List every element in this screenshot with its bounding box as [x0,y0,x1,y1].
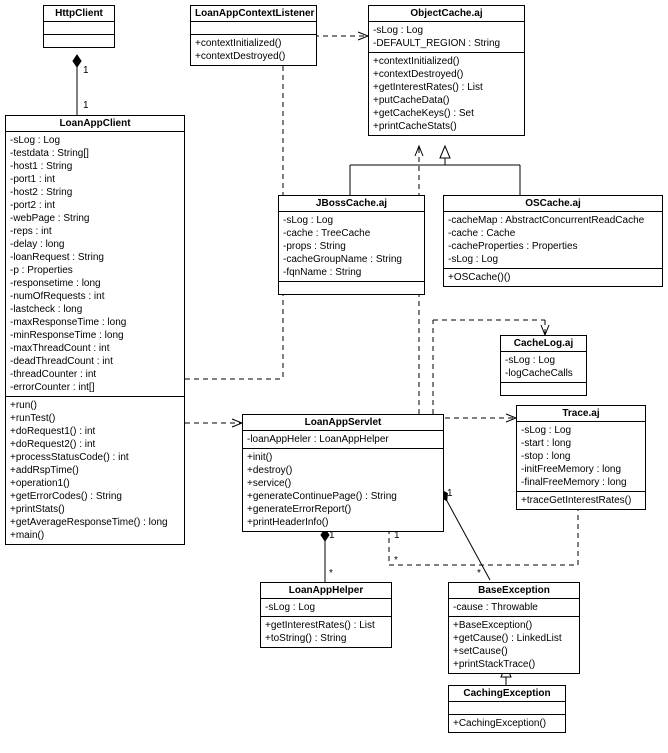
multiplicity: * [329,568,333,579]
class-jbosscache: JBossCache.aj -sLog : Log -cache : TreeC… [278,195,425,295]
class-name: LoanAppClient [6,116,184,132]
class-name: CacheLog.aj [501,336,586,352]
class-oscache: OSCache.aj -cacheMap : AbstractConcurren… [443,195,663,287]
ops [279,282,424,294]
multiplicity: * [477,568,481,579]
ops: +BaseException() +getCause() : LinkedLis… [449,617,579,673]
class-name: HttpClient [44,6,114,22]
class-name: BaseException [449,583,579,599]
class-name: LoanAppServlet [243,415,443,431]
attrs: -sLog : Log [261,599,391,617]
ops: +contextInitialized() +contextDestroyed(… [191,35,316,65]
multiplicity: 1 [83,100,89,111]
ops: +run() +runTest() +doRequest1() : int +d… [6,397,184,544]
class-name: LoanAppHelper [261,583,391,599]
attrs: -loanAppHeler : LoanAppHelper [243,431,443,449]
class-name: OSCache.aj [444,196,662,212]
attrs: -sLog : Log -logCacheCalls [501,352,586,383]
class-name: CachingException [449,686,565,702]
attrs: -sLog : Log -cache : TreeCache -props : … [279,212,424,282]
class-loanapphelper: LoanAppHelper -sLog : Log +getInterestRa… [260,582,392,648]
attrs: -cacheMap : AbstractConcurrentReadCache … [444,212,662,269]
attrs [449,702,565,715]
class-loanappservlet: LoanAppServlet -loanAppHeler : LoanAppHe… [242,414,444,532]
attrs [44,22,114,35]
ops: +getInterestRates() : List +toString() :… [261,617,391,647]
ops: +OSCache()() [444,269,662,286]
class-cachingexception: CachingException +CachingException() [448,685,566,733]
ops: +contextInitialized() +contextDestroyed(… [369,53,524,135]
ops: +traceGetInterestRates() [517,492,645,509]
class-name: LoanAppContextListener [191,6,316,22]
class-name: JBossCache.aj [279,196,424,212]
ops [501,383,586,395]
class-name: Trace.aj [517,406,645,422]
attrs: -sLog : Log -testdata : String[] -host1 … [6,132,184,397]
attrs: -cause : Throwable [449,599,579,617]
ops: +CachingException() [449,715,565,732]
multiplicity: * [394,555,398,566]
class-trace: Trace.aj -sLog : Log -start : long -stop… [516,405,646,510]
multiplicity: 1 [329,530,335,541]
class-httpclient: HttpClient [43,5,115,48]
attrs: -sLog : Log -start : long -stop : long -… [517,422,645,492]
attrs [191,22,316,35]
class-objectcache: ObjectCache.aj -sLog : Log -DEFAULT_REGI… [368,5,525,136]
class-cachelog: CacheLog.aj -sLog : Log -logCacheCalls [500,335,587,396]
class-name: ObjectCache.aj [369,6,524,22]
class-baseexception: BaseException -cause : Throwable +BaseEx… [448,582,580,674]
attrs: -sLog : Log -DEFAULT_REGION : String [369,22,524,53]
ops [44,35,114,47]
ops: +init() +destroy() +service() +generateC… [243,449,443,531]
multiplicity: 1 [447,488,453,499]
multiplicity: 1 [83,65,89,76]
multiplicity: 1 [394,530,400,541]
class-loanappclient: LoanAppClient -sLog : Log -testdata : St… [5,115,185,545]
class-loanappcontextlistener: LoanAppContextListener +contextInitializ… [190,5,317,66]
